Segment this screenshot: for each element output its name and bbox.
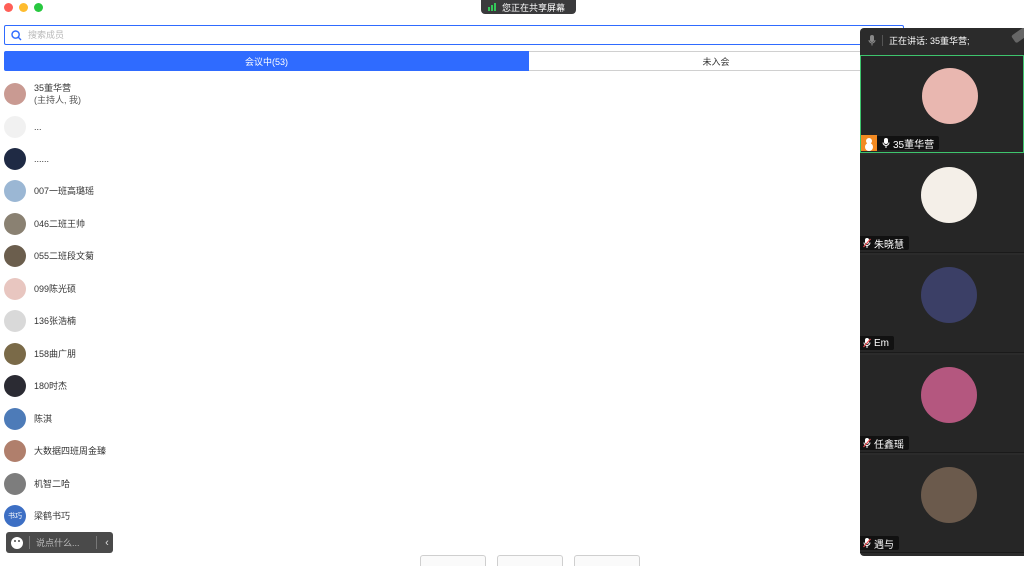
video-panel-header: 正在讲话: 35董华营;: [860, 28, 1024, 53]
participant-row[interactable]: ...: [4, 116, 42, 138]
avatar: 书巧: [4, 505, 26, 527]
participant-row[interactable]: 陈淇: [4, 408, 52, 430]
minimize-window-button[interactable]: [19, 3, 28, 12]
avatar: [4, 116, 26, 138]
share-banner-text: 您正在共享屏幕: [502, 2, 566, 13]
video-tile[interactable]: Em: [860, 255, 1024, 353]
participant-name: 35董华营: [34, 83, 72, 93]
participant-name: 158曲广朋: [34, 349, 77, 359]
participant-role: (主持人, 我): [34, 95, 81, 105]
avatar: [4, 440, 26, 462]
participant-name: 180时杰: [34, 381, 68, 391]
chevron-left-icon[interactable]: ‹: [101, 537, 113, 549]
participant-name: 055二班段文菊: [34, 251, 95, 261]
video-name: 任鑫瑶: [874, 439, 904, 451]
bottom-action-button[interactable]: [420, 555, 486, 566]
video-name: 35董华营: [893, 139, 935, 151]
zoom-window-button[interactable]: [34, 3, 43, 12]
pin-icon[interactable]: [1011, 28, 1024, 44]
participant-name: 099陈光硕: [34, 284, 77, 294]
participant-row[interactable]: 136张浩楠: [4, 310, 76, 332]
avatar: [4, 278, 26, 300]
tab-in-meeting[interactable]: 会议中(53): [4, 51, 529, 71]
avatar: [4, 148, 26, 170]
screen-share-banner[interactable]: 您正在共享屏幕: [481, 0, 576, 14]
video-name: 遇与: [874, 539, 894, 551]
participant-row[interactable]: 大数据四班周金臻: [4, 440, 106, 462]
microphone-muted-icon: [863, 238, 871, 248]
participant-name: 陈淇: [34, 414, 53, 424]
video-avatar: [921, 167, 977, 223]
avatar: [4, 310, 26, 332]
microphone-icon: [882, 138, 890, 148]
participant-row[interactable]: 180时杰: [4, 375, 67, 397]
bottom-action-button[interactable]: [574, 555, 640, 566]
participant-row[interactable]: 099陈光硕: [4, 278, 76, 300]
video-tile[interactable]: 任鑫瑶: [860, 355, 1024, 453]
microphone-muted-icon: [863, 538, 871, 548]
speaking-label: 正在讲话: 35董华营;: [889, 36, 970, 46]
avatar: [4, 245, 26, 267]
video-name: Em: [874, 337, 889, 349]
search-icon: [11, 29, 22, 40]
avatar: [4, 83, 26, 105]
video-panel: 正在讲话: 35董华营; 35董华营朱晓慧 Em 任鑫瑶遇与: [860, 28, 1024, 556]
participant-name: ......: [34, 154, 50, 164]
video-avatar: [921, 467, 977, 523]
video-name-label: 任鑫瑶: [860, 436, 909, 451]
participant-row[interactable]: ......: [4, 148, 49, 170]
chat-input-placeholder[interactable]: 说点什么...: [36, 536, 96, 549]
participant-name: 梁鹤书巧: [34, 511, 71, 521]
avatar: [4, 375, 26, 397]
video-avatar: [921, 267, 977, 323]
divider: [96, 536, 97, 549]
tab-not-joined[interactable]: 未入会: [529, 51, 904, 71]
participant-row[interactable]: 007一班高璐瑶: [4, 180, 94, 202]
chat-bar[interactable]: 说点什么... ‹: [6, 532, 113, 553]
participant-row[interactable]: 046二班王帅: [4, 213, 85, 235]
avatar: [4, 473, 26, 495]
participant-name: 046二班王帅: [34, 219, 86, 229]
participant-row[interactable]: 书巧 梁鹤书巧: [4, 505, 70, 527]
video-tile[interactable]: 朱晓慧: [860, 155, 1024, 253]
participant-name: 136张浩楠: [34, 316, 77, 326]
emoji-icon[interactable]: [11, 536, 23, 549]
window-controls: [4, 3, 43, 12]
participant-name: ...: [34, 122, 42, 132]
microphone-muted-icon: [863, 338, 871, 348]
video-name-label: 35董华营: [861, 135, 940, 151]
avatar: [4, 213, 26, 235]
avatar: [4, 180, 26, 202]
microphone-icon[interactable]: [868, 35, 876, 46]
video-avatar: [921, 367, 977, 423]
bottom-action-button[interactable]: [497, 555, 563, 566]
avatar: [4, 408, 26, 430]
video-name-label: 遇与: [860, 536, 899, 551]
divider: [29, 536, 30, 549]
participant-row[interactable]: 35董华营 (主持人, 我): [4, 82, 81, 106]
participant-row[interactable]: 机智二哈: [4, 473, 70, 495]
participant-name: 机智二哈: [34, 479, 71, 489]
signal-bars-icon: [488, 3, 496, 11]
close-window-button[interactable]: [4, 3, 13, 12]
member-tabs: 会议中(53) 未入会: [4, 51, 904, 71]
participant-row[interactable]: 055二班段文菊: [4, 245, 94, 267]
avatar: [4, 343, 26, 365]
bottom-action-buttons: [420, 555, 640, 566]
participant-name: 007一班高璐瑶: [34, 186, 95, 196]
member-search-box[interactable]: [4, 25, 904, 45]
video-name: 朱晓慧: [874, 239, 904, 251]
video-name-label: Em: [860, 336, 894, 350]
microphone-muted-icon: [863, 438, 871, 448]
host-badge-icon: [861, 135, 877, 151]
video-tile[interactable]: 遇与: [860, 455, 1024, 553]
video-avatar: [922, 68, 978, 124]
video-tile[interactable]: 35董华营: [860, 55, 1024, 153]
divider: [882, 35, 883, 46]
member-search-input[interactable]: [28, 30, 328, 40]
participant-name: 大数据四班周金臻: [34, 446, 107, 456]
video-name-label: 朱晓慧: [860, 236, 909, 251]
participant-row[interactable]: 158曲广朋: [4, 343, 76, 365]
